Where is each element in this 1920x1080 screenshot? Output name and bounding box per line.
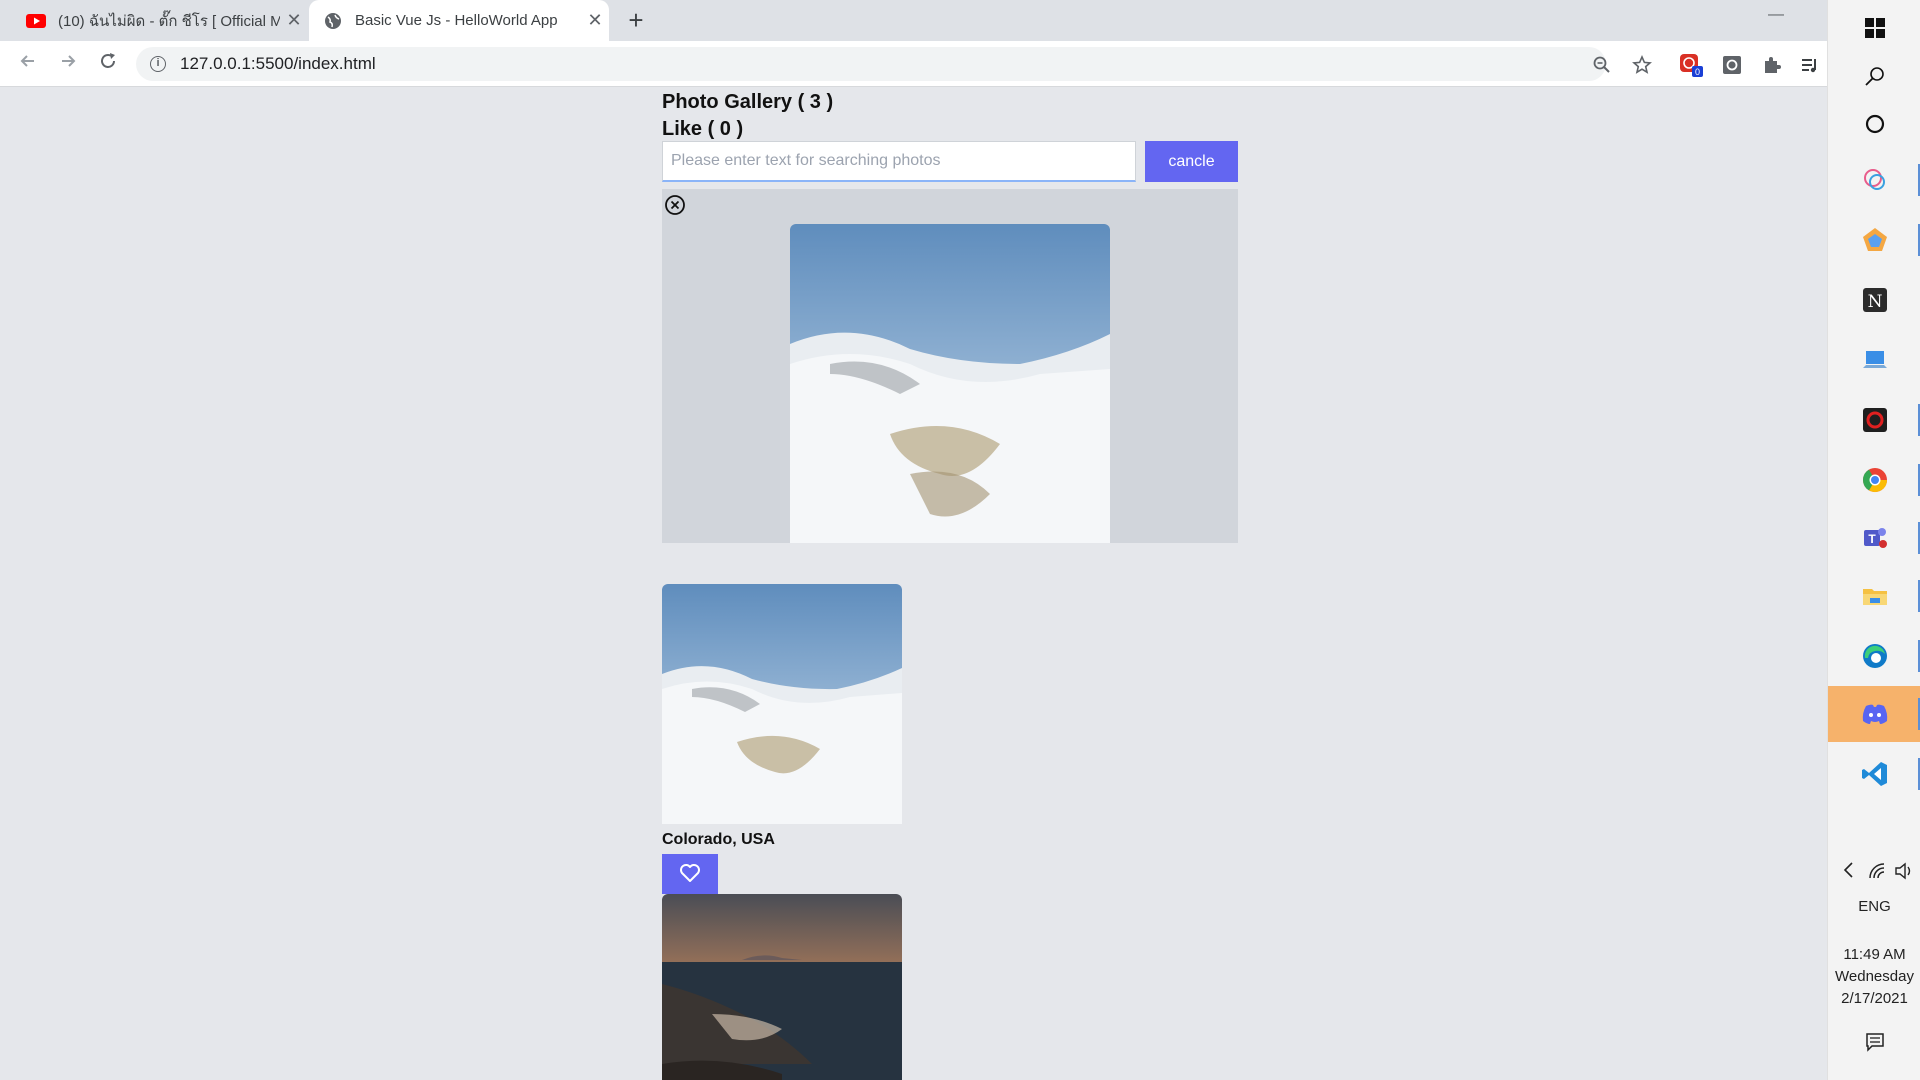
wifi-icon[interactable] [1868,862,1888,887]
like-count: Like ( 0 ) [662,118,744,140]
file-explorer-icon[interactable] [1828,568,1920,624]
back-icon[interactable] [14,51,42,79]
gallery-title: Photo Gallery ( 3 ) [662,91,834,113]
tab-helloworld[interactable]: Basic Vue Js - HelloWorld App ✕ [309,0,609,41]
info-icon[interactable]: i [150,56,166,72]
clock-time[interactable]: 11:49 AM [1828,944,1920,966]
tab-strip: (10) ฉันไม่ผิด - ตั๊ก ชีโร [ Official Mu… [0,0,1827,41]
tab-title: Basic Vue Js - HelloWorld App [355,12,558,29]
reload-icon[interactable] [94,51,122,79]
photo-thumbnail[interactable] [662,584,902,824]
cancel-button[interactable]: cancle [1145,141,1238,182]
heart-icon [679,863,701,886]
address-bar[interactable]: i 127.0.0.1:5500/index.html [136,47,1606,81]
cortana-icon[interactable] [1828,96,1920,152]
app-pentagon-icon[interactable] [1828,212,1920,268]
browser-toolbar: i 127.0.0.1:5500/index.html 0 [0,41,1827,87]
volume-icon[interactable] [1894,862,1914,887]
page-content: Photo Gallery ( 3 ) Like ( 0 ) cancle [0,88,1827,1080]
svg-text:N: N [1867,292,1882,312]
browser-window: (10) ฉันไม่ผิด - ตั๊ก ชีโร [ Official Mu… [0,0,1827,1080]
clock-date[interactable]: 2/17/2021 [1828,988,1920,1010]
selected-photo [790,224,1110,543]
minimize-icon[interactable]: — [1768,6,1784,24]
close-icon[interactable]: ✕ [280,10,308,31]
extension-badge-icon[interactable]: 0 [1676,51,1706,79]
clock-day[interactable]: Wednesday [1828,966,1920,988]
chrome-icon[interactable] [1828,452,1920,508]
language-indicator[interactable]: ENG [1828,896,1920,918]
notion-icon[interactable]: N [1828,272,1920,328]
garena-icon[interactable] [1828,392,1920,448]
like-button[interactable] [662,854,718,894]
close-circle-icon[interactable] [664,194,686,216]
bookmark-star-icon[interactable] [1628,51,1656,79]
system-tray-icons [1828,860,1920,884]
tab-youtube[interactable]: (10) ฉันไม่ผิด - ตั๊ก ชีโร [ Official Mu… [12,0,308,41]
new-tab-button[interactable]: + [620,6,652,36]
photo-card[interactable]: Colorado, USA [662,584,902,894]
notifications-icon[interactable] [1828,1032,1920,1059]
snip-tool-icon[interactable] [1828,152,1920,208]
svg-text:T: T [1868,532,1876,546]
youtube-icon [26,11,46,31]
vscode-icon[interactable] [1828,746,1920,802]
photo-caption: Colorado, USA [662,831,775,848]
windows-taskbar: N T ENG 11:49 AM Wednesday 2/17/2021 [1827,0,1920,1080]
laptop-icon[interactable] [1828,332,1920,388]
chevron-up-icon[interactable] [1842,860,1856,887]
zoom-icon[interactable] [1588,51,1616,79]
edge-icon[interactable] [1828,628,1920,684]
globe-icon [323,11,343,31]
discord-icon[interactable] [1828,686,1920,742]
search-input[interactable] [662,141,1136,182]
photo-thumbnail[interactable] [662,894,902,1080]
close-icon[interactable]: ✕ [581,10,609,31]
tab-title: (10) ฉันไม่ผิด - ตั๊ก ชีโร [ Official Mu [58,12,280,30]
photo-card[interactable] [662,894,902,1080]
teams-icon[interactable]: T [1828,510,1920,566]
url-text: 127.0.0.1:5500/index.html [180,54,376,73]
svg-text:0: 0 [1695,67,1700,77]
extension-square-icon[interactable] [1718,51,1746,79]
media-queue-icon[interactable] [1796,51,1824,79]
photo-viewer [662,189,1238,543]
forward-icon[interactable] [54,51,82,79]
extensions-puzzle-icon[interactable] [1758,51,1786,79]
